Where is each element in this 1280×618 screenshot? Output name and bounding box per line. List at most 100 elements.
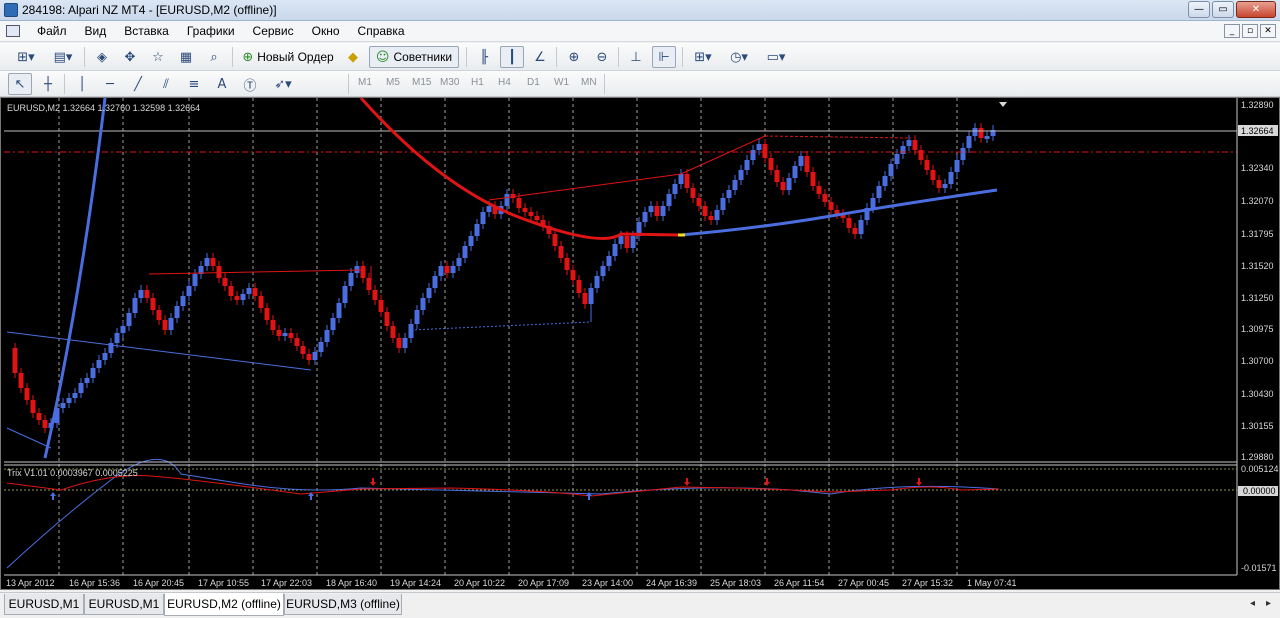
time-label: 20 Apr 17:09	[518, 578, 569, 588]
arrows-icon[interactable]: ➶▾	[266, 73, 300, 95]
candle-body	[414, 310, 420, 324]
candle-body	[528, 212, 534, 216]
menu-window[interactable]: Окно	[303, 21, 349, 42]
timeframe-m5[interactable]: M5	[386, 77, 400, 88]
candle-body	[786, 178, 792, 190]
candle-body	[480, 212, 486, 224]
chart-window-icon[interactable]	[6, 25, 20, 37]
zoom-out-icon[interactable]: ⊖	[590, 46, 614, 68]
market-watch-icon[interactable]: ◈	[90, 46, 114, 68]
candle-body	[732, 180, 738, 190]
menu-tools[interactable]: Сервис	[244, 21, 303, 42]
navigator-icon[interactable]: ☆	[146, 46, 170, 68]
candle-body	[924, 160, 930, 170]
menu-insert[interactable]: Вставка	[115, 21, 178, 42]
candle-body	[642, 212, 648, 222]
menu-bar: Файл Вид Вставка Графики Сервис Окно Спр…	[0, 21, 1280, 42]
candle-body	[822, 194, 828, 202]
tab-eurusd-m1[interactable]: EURUSD,M1	[4, 594, 84, 615]
timeframe-mn[interactable]: MN	[581, 77, 597, 88]
candle-body	[186, 286, 192, 296]
mdi-close-button[interactable]: ✕	[1260, 24, 1276, 38]
tab-scroll-left-icon[interactable]: ◂	[1250, 598, 1255, 609]
templates-icon[interactable]: ▭▾	[760, 46, 792, 68]
candle-body	[66, 398, 72, 403]
candle-body	[474, 224, 480, 236]
candle-body	[816, 186, 822, 194]
timeframe-m1[interactable]: M1	[358, 77, 372, 88]
tab-eurusd-m3-offline[interactable]: EURUSD,M3 (offline)	[284, 594, 402, 615]
warning-icon[interactable]: ◆	[342, 46, 364, 68]
terminal-icon[interactable]: ▦	[174, 46, 198, 68]
timeframe-h1[interactable]: H1	[471, 77, 484, 88]
chart-shift-icon[interactable]: ⊩	[652, 46, 676, 68]
crosshair-icon[interactable]: ✥	[118, 46, 142, 68]
candle-body	[84, 378, 90, 383]
timeframe-m30[interactable]: M30	[440, 77, 459, 88]
candle-body	[522, 208, 528, 212]
new-order-button[interactable]: ⊕ Новый Ордер	[238, 46, 338, 68]
new-chart-icon[interactable]: ⊞▾	[8, 46, 44, 68]
tab-eurusd-m2-offline[interactable]: EURUSD,M2 (offline)	[164, 593, 284, 616]
candle-body	[900, 146, 906, 154]
mdi-minimize-button[interactable]: _	[1224, 24, 1240, 38]
profiles-icon[interactable]: ▤▾	[48, 46, 78, 68]
menu-charts[interactable]: Графики	[178, 21, 244, 42]
candle-body	[894, 154, 900, 164]
price-chart[interactable]: EURUSD,M2 1.32664 1.32760 1.32598 1.3266…	[1, 98, 1279, 589]
advisors-label: Советники	[393, 50, 453, 64]
maximize-button[interactable]: ▭	[1212, 1, 1234, 18]
candle-body	[294, 338, 300, 346]
close-button[interactable]: ✕	[1236, 1, 1276, 18]
zoom-in-icon[interactable]: ⊕	[562, 46, 586, 68]
line-chart-icon[interactable]: ∠	[528, 46, 552, 68]
candle-body	[792, 166, 798, 178]
time-label: 25 Apr 18:03	[710, 578, 761, 588]
horizontal-line-icon[interactable]: ─	[98, 73, 122, 95]
candle-body	[906, 140, 912, 146]
fibonacci-icon[interactable]: ≡	[182, 73, 206, 95]
title-bar: 284198: Alpari NZ MT4 - [EURUSD,M2 (offl…	[0, 0, 1280, 21]
strategy-tester-icon[interactable]: ⌕	[202, 46, 226, 68]
timeframe-d1[interactable]: D1	[527, 77, 540, 88]
bar-chart-icon[interactable]: ╟	[472, 46, 496, 68]
cursor-icon[interactable]: ↖	[8, 73, 32, 95]
candle-body	[330, 318, 336, 330]
minimize-button[interactable]: —	[1188, 1, 1210, 18]
window-title: 284198: Alpari NZ MT4 - [EURUSD,M2 (offl…	[22, 3, 277, 17]
equidistant-channel-icon[interactable]: ⫽	[154, 73, 178, 95]
menu-view[interactable]: Вид	[76, 21, 116, 42]
candle-body	[552, 234, 558, 246]
timeframe-h4[interactable]: H4	[498, 77, 511, 88]
text-label-icon[interactable]: Ⓣ	[238, 73, 262, 95]
expert-advisors-button[interactable]: ☺ Советники	[369, 46, 459, 68]
indicators-icon[interactable]: ⊞▾	[688, 46, 718, 68]
timeframe-w1[interactable]: W1	[554, 77, 569, 88]
chart-window[interactable]: EURUSD,M2 1.32664 1.32760 1.32598 1.3266…	[0, 97, 1280, 590]
candle-body	[714, 210, 720, 220]
menu-help[interactable]: Справка	[349, 21, 414, 42]
candle-body	[876, 186, 882, 198]
candle-body	[648, 206, 654, 212]
candle-body	[234, 296, 240, 300]
candle-body	[774, 170, 780, 182]
crosshair-tool-icon[interactable]: ┼	[36, 73, 60, 95]
auto-scroll-icon[interactable]: ⊥	[624, 46, 648, 68]
app-icon	[4, 3, 18, 17]
candle-body	[438, 266, 444, 276]
vertical-line-icon[interactable]: │	[70, 73, 94, 95]
periods-icon[interactable]: ◷▾	[724, 46, 754, 68]
candle-body	[432, 276, 438, 288]
tab-scroll-right-icon[interactable]: ▸	[1266, 598, 1271, 609]
candle-body	[606, 256, 612, 266]
tab-eurusd-m1-second[interactable]: EURUSD,M1	[84, 594, 164, 615]
candle-body	[162, 320, 168, 330]
menu-file[interactable]: Файл	[28, 21, 76, 42]
mdi-restore-button[interactable]: ▫	[1242, 24, 1258, 38]
candle-body	[756, 144, 762, 150]
candle-body	[444, 266, 450, 273]
candlestick-icon[interactable]: ┃	[500, 46, 524, 68]
timeframe-m15[interactable]: M15	[412, 77, 431, 88]
text-tool-icon[interactable]: A	[210, 73, 234, 95]
trendline-icon[interactable]: ╱	[126, 73, 150, 95]
